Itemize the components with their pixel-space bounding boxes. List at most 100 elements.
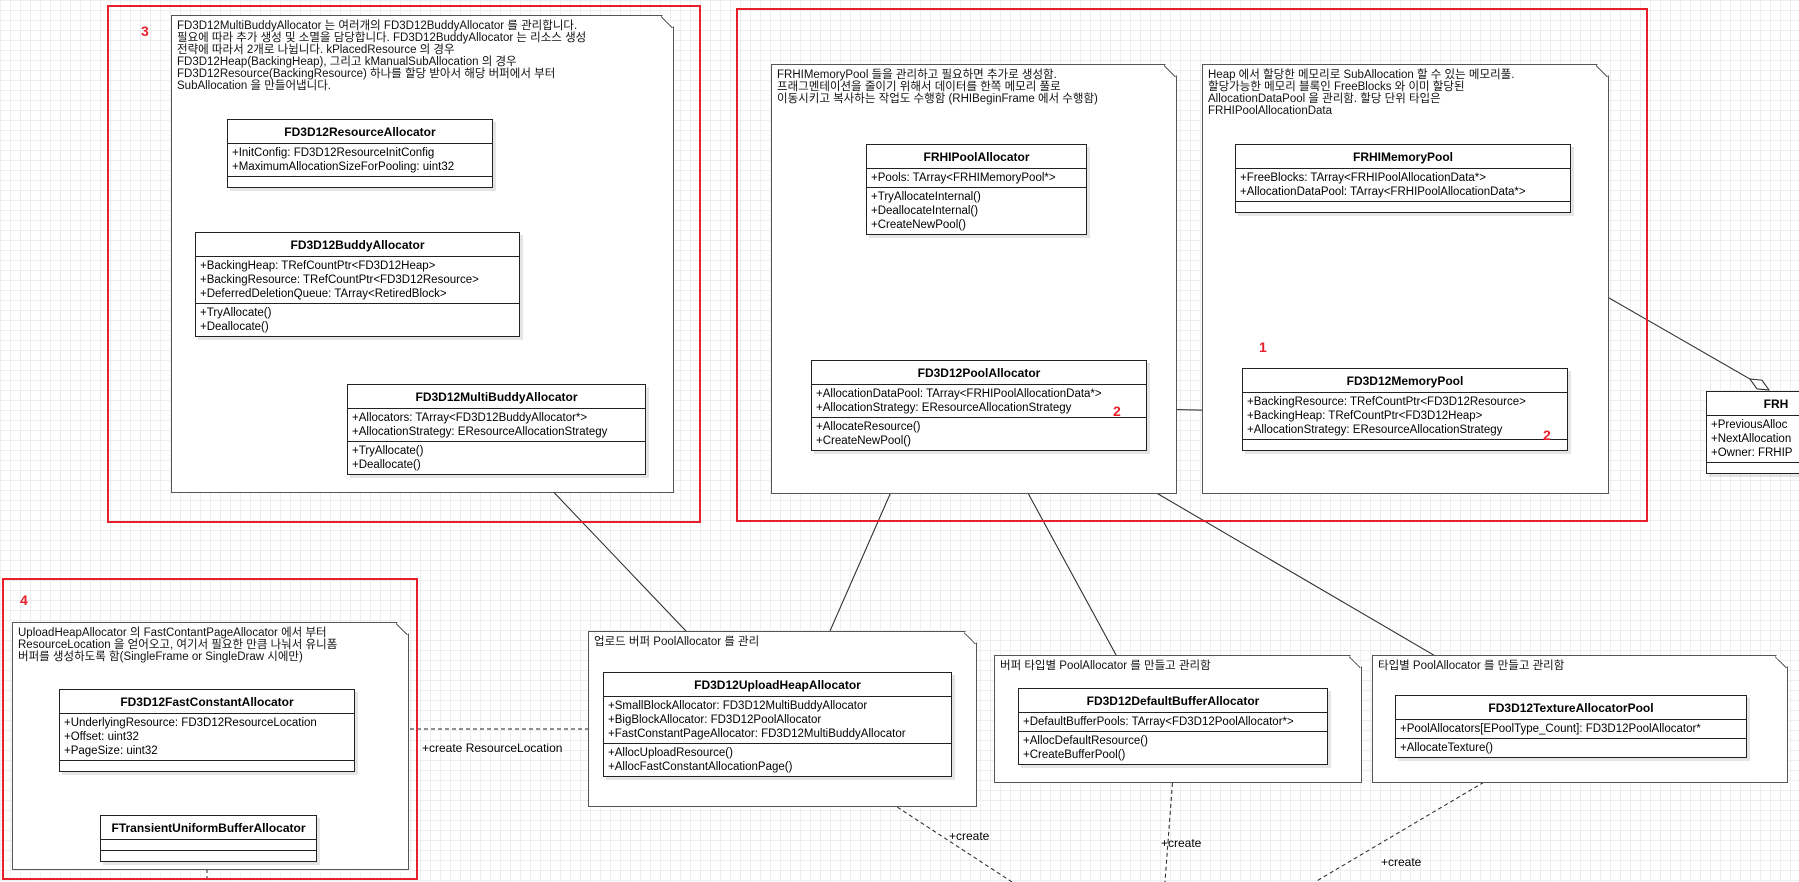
- attribute: +DefaultBufferPools: TArray<FD3D12PoolAl…: [1023, 716, 1294, 728]
- operation: +CreateNewPool(): [816, 435, 911, 447]
- attribute: +PageSize: uint32: [64, 745, 158, 757]
- class-transient-uniform-buffer-allocator[interactable]: FTransientUniformBufferAllocator: [100, 815, 317, 862]
- attribute: +UnderlyingResource: FD3D12ResourceLocat…: [64, 717, 317, 729]
- operation: +TryAllocateInternal(): [871, 191, 981, 203]
- marker-2-memorypool: 2: [1543, 427, 1551, 443]
- group-label: 3: [141, 23, 149, 39]
- class-name: FD3D12PoolAllocator: [812, 361, 1146, 385]
- marker-2-poolallocator: 2: [1113, 403, 1121, 419]
- edge-label-create: +create: [949, 829, 990, 843]
- class-attributes: +SmallBlockAllocator: FD3D12MultiBuddyAl…: [604, 697, 951, 744]
- class-name: FD3D12TextureAllocatorPool: [1396, 696, 1746, 720]
- class-attributes: +PreviousAlloc +NextAllocation +Owner: F…: [1707, 416, 1799, 463]
- attribute: +SmallBlockAllocator: FD3D12MultiBuddyAl…: [608, 700, 868, 712]
- operation: +Deallocate(): [352, 459, 421, 471]
- attribute: +NextAllocation: [1711, 433, 1792, 445]
- attribute: +PoolAllocators[EPoolType_Count]: FD3D12…: [1400, 723, 1701, 735]
- note-text: FRHIMemoryPool 들을 관리하고 필요하면 추가로 생성함. 프래그…: [777, 69, 1098, 105]
- class-rhi-pool-allocation-data[interactable]: FRH +PreviousAlloc +NextAllocation +Owne…: [1706, 391, 1799, 474]
- class-attributes: +DefaultBufferPools: TArray<FD3D12PoolAl…: [1019, 713, 1327, 732]
- class-buddy-allocator[interactable]: FD3D12BuddyAllocator +BackingHeap: TRefC…: [195, 232, 520, 337]
- attribute: +FreeBlocks: TArray<FRHIPoolAllocationDa…: [1240, 172, 1486, 184]
- class-operations: [1236, 202, 1570, 212]
- operation: +AllocFastConstantAllocationPage(): [608, 761, 793, 773]
- class-attributes: [101, 840, 316, 851]
- attribute: +PreviousAlloc: [1711, 419, 1788, 431]
- class-operations: [228, 177, 492, 187]
- attribute: +AllocationStrategy: EResourceAllocation…: [816, 402, 1072, 414]
- class-operations: [60, 761, 354, 771]
- class-rhi-memory-pool[interactable]: FRHIMemoryPool +FreeBlocks: TArray<FRHIP…: [1235, 144, 1571, 213]
- class-d3d12-memory-pool[interactable]: FD3D12MemoryPool +BackingResource: TRefC…: [1242, 368, 1568, 451]
- class-name: FD3D12UploadHeapAllocator: [604, 673, 951, 697]
- class-fast-constant-allocator[interactable]: FD3D12FastConstantAllocator +UnderlyingR…: [59, 689, 355, 772]
- class-upload-heap-allocator[interactable]: FD3D12UploadHeapAllocator +SmallBlockAll…: [603, 672, 952, 777]
- attribute: +BackingHeap: TRefCountPtr<FD3D12Heap>: [1247, 410, 1483, 422]
- class-multibuddy-allocator[interactable]: FD3D12MultiBuddyAllocator +Allocators: T…: [347, 384, 646, 475]
- attribute: +AllocationStrategy: EResourceAllocation…: [1247, 424, 1503, 436]
- class-name: FD3D12DefaultBufferAllocator: [1019, 689, 1327, 713]
- class-name: FRH: [1707, 392, 1799, 416]
- operation: +CreateBufferPool(): [1023, 749, 1126, 761]
- attribute: +Pools: TArray<FRHIMemoryPool*>: [871, 172, 1056, 184]
- operation: +TryAllocate(): [352, 445, 424, 457]
- class-operations: [1243, 440, 1567, 450]
- class-rhi-pool-allocator[interactable]: FRHIPoolAllocator +Pools: TArray<FRHIMem…: [866, 144, 1087, 235]
- class-operations: +AllocateResource() +CreateNewPool(): [812, 418, 1146, 450]
- operation: +AllocateTexture(): [1400, 742, 1493, 754]
- class-default-buffer-allocator[interactable]: FD3D12DefaultBufferAllocator +DefaultBuf…: [1018, 688, 1328, 765]
- note-text: UploadHeapAllocator 의 FastContantPageAll…: [18, 627, 338, 663]
- class-operations: [101, 851, 316, 861]
- edge-defaultbuffer-create: [1164, 775, 1174, 882]
- class-operations: +AllocDefaultResource() +CreateBufferPoo…: [1019, 732, 1327, 764]
- class-name: FD3D12FastConstantAllocator: [60, 690, 354, 714]
- class-resource-allocator[interactable]: FD3D12ResourceAllocator +InitConfig: FD3…: [227, 119, 493, 188]
- class-name: FRHIMemoryPool: [1236, 145, 1570, 169]
- marker-1: 1: [1259, 339, 1267, 355]
- class-texture-allocator-pool[interactable]: FD3D12TextureAllocatorPool +PoolAllocato…: [1395, 695, 1747, 758]
- class-attributes: +PoolAllocators[EPoolType_Count]: FD3D12…: [1396, 720, 1746, 739]
- edge-label-create: +create: [1161, 836, 1202, 850]
- attribute: +AllocationStrategy: EResourceAllocation…: [352, 426, 608, 438]
- note-text: 타입별 PoolAllocator 를 만들고 관리함: [1378, 660, 1565, 672]
- class-attributes: +InitConfig: FD3D12ResourceInitConfig +M…: [228, 144, 492, 177]
- class-attributes: +BackingHeap: TRefCountPtr<FD3D12Heap> +…: [196, 257, 519, 304]
- attribute: +FastConstantPageAllocator: FD3D12MultiB…: [608, 728, 906, 740]
- operation: +Deallocate(): [200, 321, 269, 333]
- note-text: FD3D12MultiBuddyAllocator 는 여러개의 FD3D12B…: [177, 20, 587, 92]
- class-attributes: +BackingResource: TRefCountPtr<FD3D12Res…: [1243, 393, 1567, 440]
- class-attributes: +UnderlyingResource: FD3D12ResourceLocat…: [60, 714, 354, 761]
- class-attributes: +AllocationDataPool: TArray<FRHIPoolAllo…: [812, 385, 1146, 418]
- attribute: +MaximumAllocationSizeForPooling: uint32: [232, 161, 455, 173]
- note-text: Heap 에서 할당한 메모리로 SubAllocation 할 수 있는 메모…: [1208, 69, 1515, 117]
- attribute: +Offset: uint32: [64, 731, 139, 743]
- class-name: FRHIPoolAllocator: [867, 145, 1086, 169]
- uml-diagram-canvas: 3 4 FD3D12MultiBuddyAllocator 는 여러개의 FD3…: [0, 0, 1799, 882]
- edge-label-create: +create: [1381, 855, 1422, 869]
- note-text: 버퍼 타입별 PoolAllocator 를 만들고 관리함: [1000, 660, 1211, 672]
- attribute: +BigBlockAllocator: FD3D12PoolAllocator: [608, 714, 822, 726]
- class-name: FD3D12MemoryPool: [1243, 369, 1567, 393]
- class-attributes: +FreeBlocks: TArray<FRHIPoolAllocationDa…: [1236, 169, 1570, 202]
- attribute: +BackingHeap: TRefCountPtr<FD3D12Heap>: [200, 260, 436, 272]
- class-attributes: +Pools: TArray<FRHIMemoryPool*>: [867, 169, 1086, 188]
- group-label: 4: [20, 592, 28, 608]
- attribute: +BackingResource: TRefCountPtr<FD3D12Res…: [200, 274, 479, 286]
- class-name: FD3D12MultiBuddyAllocator: [348, 385, 645, 409]
- class-name: FD3D12ResourceAllocator: [228, 120, 492, 144]
- class-name: FTransientUniformBufferAllocator: [101, 816, 316, 840]
- class-operations: +AllocUploadResource() +AllocFastConstan…: [604, 744, 951, 776]
- class-operations: +TryAllocate() +Deallocate(): [196, 304, 519, 336]
- class-name: FD3D12BuddyAllocator: [196, 233, 519, 257]
- class-pool-allocator[interactable]: FD3D12PoolAllocator +AllocationDataPool:…: [811, 360, 1147, 451]
- edge-label-create-resourcelocation: +create ResourceLocation: [422, 741, 563, 755]
- class-operations: [1707, 463, 1799, 473]
- attribute: +BackingResource: TRefCountPtr<FD3D12Res…: [1247, 396, 1526, 408]
- operation: +AllocateResource(): [816, 421, 921, 433]
- attribute: +InitConfig: FD3D12ResourceInitConfig: [232, 147, 435, 159]
- attribute: +AllocationDataPool: TArray<FRHIPoolAllo…: [816, 388, 1102, 400]
- operation: +TryAllocate(): [200, 307, 272, 319]
- attribute: +AllocationDataPool: TArray<FRHIPoolAllo…: [1240, 186, 1526, 198]
- class-operations: +TryAllocate() +Deallocate(): [348, 442, 645, 474]
- operation: +AllocUploadResource(): [608, 747, 733, 759]
